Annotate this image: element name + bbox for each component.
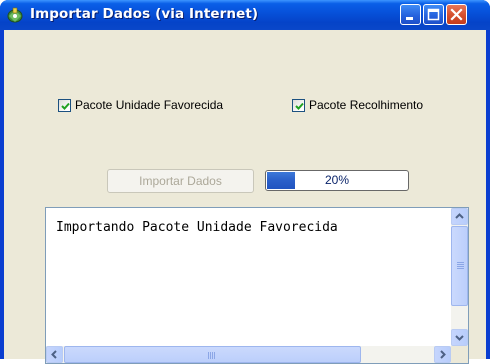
importar-dados-button[interactable]: Importar Dados bbox=[107, 169, 254, 193]
app-import-icon bbox=[6, 7, 24, 24]
dialog-client-area: Pacote Unidade Favorecida Pacote Recolhi… bbox=[4, 30, 486, 364]
pacote-unidade-favorecida-option[interactable]: Pacote Unidade Favorecida bbox=[58, 97, 223, 113]
import-log-textarea[interactable]: Importando Pacote Unidade Favorecida bbox=[45, 207, 469, 364]
window-title: Importar Dados (via Internet) bbox=[30, 6, 259, 22]
pacote-unidade-favorecida-checkbox[interactable] bbox=[58, 98, 71, 112]
import-log-text: Importando Pacote Unidade Favorecida bbox=[56, 220, 338, 235]
scroll-down-button[interactable] bbox=[451, 329, 468, 346]
pacote-unidade-favorecida-label: Pacote Unidade Favorecida bbox=[75, 98, 224, 112]
chevron-right-icon bbox=[440, 350, 446, 359]
pacote-recolhimento-checkbox[interactable] bbox=[292, 98, 305, 112]
minimize-button[interactable] bbox=[400, 4, 421, 25]
horizontal-scrollbar[interactable] bbox=[46, 346, 451, 363]
chevron-left-icon bbox=[51, 350, 57, 359]
close-icon bbox=[450, 8, 463, 21]
chevron-up-icon bbox=[455, 213, 464, 219]
scroll-right-button[interactable] bbox=[434, 346, 451, 363]
minimize-icon bbox=[406, 17, 413, 20]
pacote-recolhimento-label: Pacote Recolhimento bbox=[309, 98, 424, 112]
progress-percent-label: 20% bbox=[324, 173, 350, 187]
scroll-up-button[interactable] bbox=[451, 208, 468, 225]
maximize-button[interactable] bbox=[423, 4, 444, 25]
horizontal-scroll-thumb[interactable] bbox=[64, 346, 361, 363]
title-bar[interactable]: Importar Dados (via Internet) bbox=[0, 0, 490, 30]
import-dialog-window: Importar Dados (via Internet) Pacote Uni… bbox=[0, 0, 490, 364]
checkmark-icon bbox=[61, 102, 70, 110]
close-button[interactable] bbox=[446, 4, 467, 25]
maximize-icon bbox=[427, 8, 440, 21]
scrollbar-corner bbox=[451, 346, 468, 363]
scroll-left-button[interactable] bbox=[46, 346, 63, 363]
vertical-scrollbar[interactable] bbox=[451, 208, 468, 346]
checkmark-icon bbox=[295, 102, 304, 110]
pacote-recolhimento-option[interactable]: Pacote Recolhimento bbox=[292, 97, 423, 113]
chevron-down-icon bbox=[455, 335, 464, 341]
import-progress-bar: 20% bbox=[265, 170, 409, 191]
vertical-scroll-thumb[interactable] bbox=[451, 226, 468, 306]
